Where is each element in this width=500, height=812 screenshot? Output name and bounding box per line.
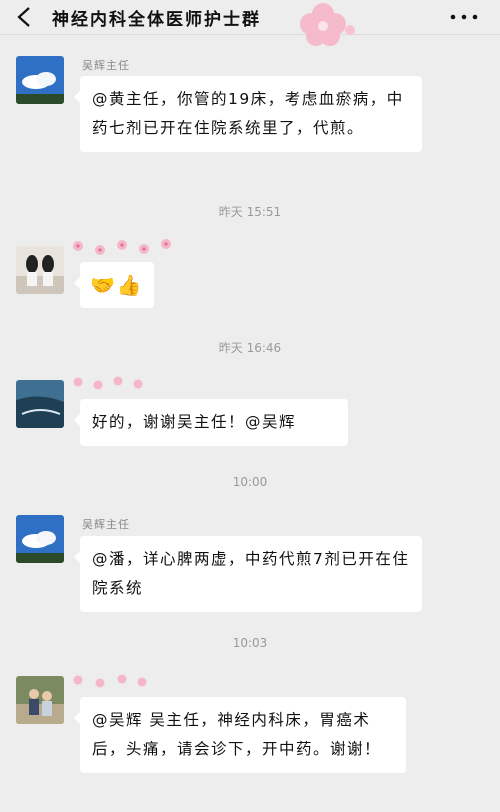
- cherry-blossom-sticker: [300, 3, 355, 46]
- message-bubble[interactable]: @潘，详心脾两虚，中药代煎7剂已开在住院系统: [74, 536, 422, 612]
- message-bubble[interactable]: @吴辉 吴主任，神经内科床，胃癌术后，头痛，请会诊下，开中药。谢谢！: [74, 697, 406, 773]
- timestamp: 昨天 16:46: [218, 341, 282, 355]
- timestamp: 昨天 15:51: [218, 205, 282, 219]
- avatar-two-girls[interactable]: [16, 246, 64, 294]
- message-bubble[interactable]: @黄主任，你管的19床，考虑血瘀病，中药七剂已开在住院系统里了，代煎。: [74, 76, 422, 152]
- emoji-bubble[interactable]: 🤝👍: [74, 262, 154, 308]
- chat-title: 神经内科全体医师护士群: [52, 10, 261, 30]
- chat-header: 神经内科全体医师护士群: [0, 0, 500, 46]
- more-options-icon[interactable]: [448, 7, 480, 27]
- avatar-sky-clouds[interactable]: [16, 515, 64, 563]
- flower-decoration: [73, 376, 143, 390]
- timestamp: 10:00: [232, 475, 268, 489]
- avatar-couple-photo[interactable]: [16, 676, 64, 724]
- sender-name: 吴辉主任: [82, 59, 130, 72]
- avatar-landscape[interactable]: [16, 380, 64, 428]
- timestamp: 10:03: [232, 636, 268, 650]
- flower-decoration: [73, 239, 171, 255]
- avatar-sky-clouds[interactable]: [16, 56, 64, 104]
- sender-name: 吴辉主任: [82, 518, 130, 531]
- back-arrow-icon[interactable]: [14, 6, 36, 28]
- message-bubble[interactable]: 好的，谢谢吴主任！@吴辉: [74, 399, 348, 446]
- flower-decoration: [73, 674, 147, 688]
